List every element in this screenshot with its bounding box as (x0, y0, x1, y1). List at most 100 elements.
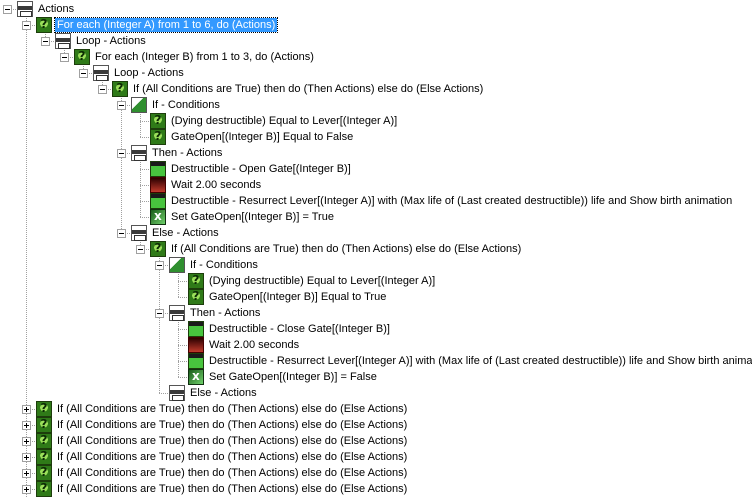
trigger-actions-tree[interactable]: Actions For each (Integer A) from 1 to 6,… (0, 0, 752, 497)
tree-node[interactable]: Destructible - Close Gate[(Integer B)] (188, 321, 392, 337)
tree-node-label: Set GateOpen[(Integer B)] = False (209, 371, 377, 383)
tree-node[interactable]: If (All Conditions are True) then do (Th… (36, 417, 409, 433)
condition-icon (36, 17, 52, 33)
tree-node[interactable]: Set GateOpen[(Integer B)] = True (150, 209, 336, 225)
actions-icon (131, 145, 147, 161)
tree-node[interactable]: (Dying destructible) Equal to Lever[(Int… (188, 273, 437, 289)
destructible-icon (188, 353, 204, 369)
collapse-toggle[interactable] (79, 69, 88, 78)
condition-icon (36, 449, 52, 465)
tree-node[interactable]: GateOpen[(Integer B)] Equal to True (188, 289, 388, 305)
condition-icon (150, 113, 166, 129)
tree-node[interactable]: Then - Actions (169, 305, 262, 321)
if-conditions-icon (169, 257, 185, 273)
tree-node[interactable]: Destructible - Open Gate[(Integer B)] (150, 161, 353, 177)
destructible-icon (150, 193, 166, 209)
tree-node-label: Loop - Actions (76, 35, 146, 47)
collapse-toggle[interactable] (117, 149, 126, 158)
tree-node[interactable]: (Dying destructible) Equal to Lever[(Int… (150, 113, 399, 129)
tree-node[interactable]: If (All Conditions are True) then do (Th… (36, 433, 409, 449)
actions-icon (169, 385, 185, 401)
tree-node-label: For each (Integer A) from 1 to 6, do (Ac… (53, 17, 279, 33)
destructible-icon (150, 161, 166, 177)
condition-icon (36, 433, 52, 449)
tree-node[interactable]: If (All Conditions are True) then do (Th… (150, 241, 523, 257)
tree-node-label: If (All Conditions are True) then do (Th… (57, 467, 408, 479)
actions-icon (55, 33, 71, 49)
condition-icon (150, 241, 166, 257)
condition-icon (36, 401, 52, 417)
tree-node[interactable]: If (All Conditions are True) then do (Th… (36, 449, 409, 465)
actions-icon (169, 305, 185, 321)
tree-node-label: If (All Conditions are True) then do (Th… (171, 243, 522, 255)
tree-node[interactable]: For each (Integer B) from 1 to 3, do (Ac… (74, 49, 316, 65)
collapse-toggle[interactable] (117, 101, 126, 110)
tree-node[interactable]: Loop - Actions (55, 33, 148, 49)
wait-icon (188, 337, 204, 353)
tree-node[interactable]: For each (Integer A) from 1 to 6, do (Ac… (36, 17, 279, 33)
tree-node[interactable]: If - Conditions (169, 257, 260, 273)
tree-node[interactable]: Loop - Actions (93, 65, 186, 81)
tree-node[interactable]: Then - Actions (131, 145, 224, 161)
tree-node[interactable]: If (All Conditions are True) then do (Th… (112, 81, 485, 97)
set-variable-icon (150, 209, 166, 225)
condition-icon (36, 465, 52, 481)
tree-node[interactable]: Set GateOpen[(Integer B)] = False (188, 369, 379, 385)
tree-node[interactable]: Wait 2.00 seconds (188, 337, 301, 353)
expand-toggle[interactable] (22, 453, 31, 462)
condition-icon (112, 81, 128, 97)
tree-node[interactable]: Destructible - Resurrect Lever[(Integer … (188, 353, 752, 369)
tree-node-label: Else - Actions (152, 227, 219, 239)
collapse-toggle[interactable] (41, 37, 50, 46)
collapse-toggle[interactable] (3, 5, 12, 14)
tree-node[interactable]: Actions (17, 1, 76, 17)
tree-node-label: If - Conditions (190, 259, 258, 271)
tree-node[interactable]: If (All Conditions are True) then do (Th… (36, 401, 409, 417)
set-variable-icon (188, 369, 204, 385)
collapse-toggle[interactable] (155, 261, 164, 270)
collapse-toggle[interactable] (136, 245, 145, 254)
tree-node[interactable]: GateOpen[(Integer B)] Equal to False (150, 129, 355, 145)
condition-icon (74, 49, 90, 65)
tree-node-label: Else - Actions (190, 387, 257, 399)
tree-node[interactable]: Else - Actions (169, 385, 259, 401)
tree-node[interactable]: If (All Conditions are True) then do (Th… (36, 465, 409, 481)
tree-node-label: Then - Actions (190, 307, 261, 319)
tree-node-label: If (All Conditions are True) then do (Th… (57, 435, 408, 447)
tree-node[interactable]: Destructible - Resurrect Lever[(Integer … (150, 193, 734, 209)
tree-node[interactable]: Else - Actions (131, 225, 221, 241)
collapse-toggle[interactable] (155, 309, 164, 318)
collapse-toggle[interactable] (60, 53, 69, 62)
tree-node-label: Set GateOpen[(Integer B)] = True (171, 211, 334, 223)
tree-node-label: If (All Conditions are True) then do (Th… (133, 83, 484, 95)
tree-node-label: For each (Integer B) from 1 to 3, do (Ac… (95, 51, 314, 63)
expand-toggle[interactable] (22, 421, 31, 430)
tree-node-label: Then - Actions (152, 147, 223, 159)
tree-node-label: If (All Conditions are True) then do (Th… (57, 419, 408, 431)
actions-icon (93, 65, 109, 81)
wait-icon (150, 177, 166, 193)
destructible-icon (188, 321, 204, 337)
condition-icon (188, 289, 204, 305)
tree-node-label: Wait 2.00 seconds (209, 339, 300, 351)
condition-icon (150, 129, 166, 145)
expand-toggle[interactable] (22, 485, 31, 494)
tree-node-label: GateOpen[(Integer B)] Equal to False (171, 131, 354, 143)
condition-icon (188, 273, 204, 289)
expand-toggle[interactable] (22, 405, 31, 414)
tree-node[interactable]: If (All Conditions are True) then do (Th… (36, 481, 409, 497)
tree-node[interactable]: Wait 2.00 seconds (150, 177, 263, 193)
collapse-toggle[interactable] (98, 85, 107, 94)
collapse-toggle[interactable] (22, 21, 31, 30)
expand-toggle[interactable] (22, 437, 31, 446)
expand-toggle[interactable] (22, 469, 31, 478)
condition-icon (36, 481, 52, 497)
tree-node-label: Destructible - Resurrect Lever[(Integer … (171, 195, 733, 207)
tree-node-label: Loop - Actions (114, 67, 184, 79)
tree-node-label: If (All Conditions are True) then do (Th… (57, 451, 408, 463)
tree-node-label: If - Conditions (152, 99, 220, 111)
tree-node-label: (Dying destructible) Equal to Lever[(Int… (209, 275, 436, 287)
collapse-toggle[interactable] (117, 229, 126, 238)
tree-node[interactable]: If - Conditions (131, 97, 222, 113)
actions-icon (17, 1, 33, 17)
